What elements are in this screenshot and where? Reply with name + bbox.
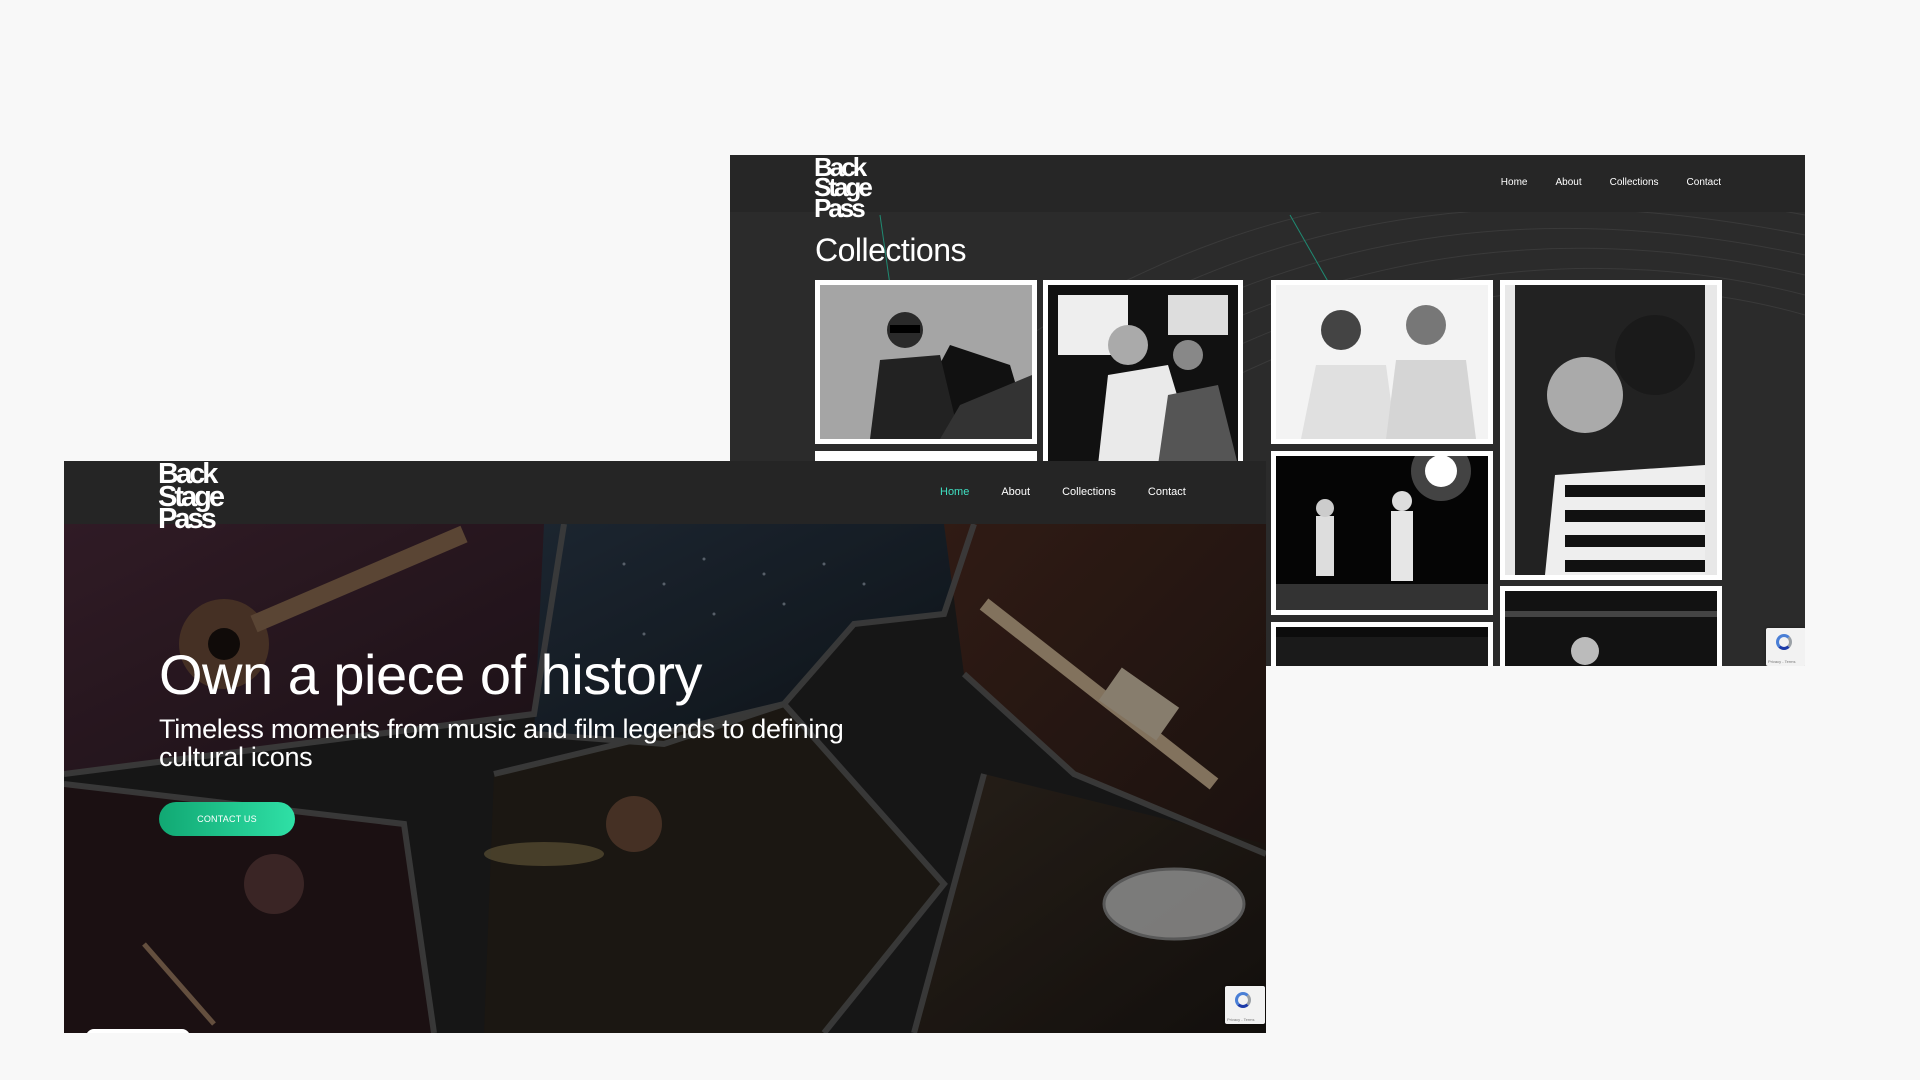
- photo-image: [1505, 285, 1717, 575]
- recaptcha-badge[interactable]: Privacy - Terms: [1225, 986, 1265, 1024]
- recaptcha-badge[interactable]: Privacy - Terms: [1766, 628, 1805, 666]
- collection-photo[interactable]: [1500, 280, 1722, 580]
- nav-home[interactable]: Home: [1501, 177, 1528, 188]
- collection-photo[interactable]: [1271, 622, 1493, 666]
- chat-widget-tab[interactable]: [86, 1029, 190, 1033]
- photo-image: [1276, 627, 1488, 666]
- logo-line: Pass: [814, 192, 866, 223]
- nav-home[interactable]: Home: [940, 486, 969, 498]
- site-logo[interactable]: Back Stage Pass: [814, 155, 873, 223]
- site-logo[interactable]: Back Stage Pass: [158, 461, 225, 536]
- nav-about[interactable]: About: [1001, 486, 1030, 498]
- home-navbar: Back Stage Pass Home About Collections C…: [64, 461, 1266, 533]
- hero-section: Own a piece of history Timeless moments …: [64, 524, 1266, 1033]
- photo-image: [1276, 456, 1488, 610]
- photo-image: [820, 285, 1032, 439]
- home-nav-menu: Home About Collections Contact: [940, 486, 1186, 498]
- collection-photo[interactable]: [1500, 586, 1722, 666]
- recaptcha-icon: [1776, 634, 1792, 650]
- logo-line: Pass: [158, 503, 217, 536]
- nav-contact[interactable]: Contact: [1148, 486, 1186, 498]
- collection-photo[interactable]: [1271, 280, 1493, 444]
- nav-collections[interactable]: Collections: [1062, 486, 1116, 498]
- collections-navbar: Back Stage Pass Home About Collections C…: [730, 155, 1805, 221]
- photo-image: [1505, 591, 1717, 666]
- contact-us-button[interactable]: CONTACT US: [159, 802, 295, 836]
- collection-photo[interactable]: [815, 280, 1037, 444]
- page-title: Collections: [815, 232, 967, 269]
- collection-photo[interactable]: [1043, 280, 1243, 470]
- photo-image: [1048, 285, 1238, 465]
- recaptcha-text: Privacy - Terms: [1768, 659, 1796, 664]
- photo-image: [1276, 285, 1488, 439]
- nav-collections[interactable]: Collections: [1610, 177, 1659, 188]
- recaptcha-icon: [1235, 992, 1251, 1008]
- home-window: Back Stage Pass Home About Collections C…: [64, 461, 1266, 1033]
- collection-photo[interactable]: [1271, 451, 1493, 615]
- nav-about[interactable]: About: [1555, 177, 1581, 188]
- collections-nav-menu: Home About Collections Contact: [1501, 177, 1721, 188]
- hero-subtitle: Timeless moments from music and film leg…: [159, 714, 844, 772]
- hero-title: Own a piece of history: [159, 643, 703, 706]
- recaptcha-text: Privacy - Terms: [1227, 1017, 1255, 1022]
- hero-collage-background: [64, 524, 1266, 1033]
- nav-contact[interactable]: Contact: [1687, 177, 1721, 188]
